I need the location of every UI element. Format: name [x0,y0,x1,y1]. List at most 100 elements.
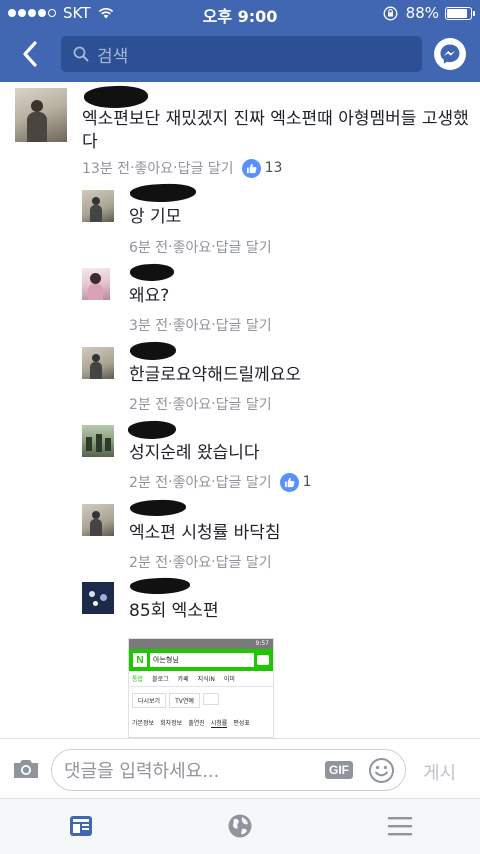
comment-meta: 13분 전 · 좋아요 · 답글 달기 13 [82,158,282,178]
comment-time: 2분 전 [129,555,169,571]
preview-tab: 블로그 [152,676,169,683]
messenger-icon [440,44,460,64]
reply-link[interactable]: 답글 달기 [216,315,272,335]
post-button[interactable]: 게시 [423,759,456,785]
preview-info-tabs: 기본정보 회차정보 출연진 시청률 편성표 [129,714,273,728]
preview-search-field: 아는형님 [150,653,254,667]
reply-link[interactable]: 답글 달기 [216,237,272,257]
search-icon [73,46,89,62]
preview-tabs: 통합 블로그 카페 지식iN 이미 [129,671,273,687]
preview-tab: 이미 [223,676,235,683]
comment-time: 3분 전 [129,318,169,334]
globe-icon [228,814,252,838]
redacted-name [129,262,175,283]
like-link[interactable]: 좋아요 [173,472,212,492]
redacted-name [129,498,187,518]
preview-info-tab: 출연진 [188,720,205,727]
search-input[interactable]: 검색 [61,36,422,72]
redacted-name [129,576,191,596]
orientation-lock-icon [383,6,398,20]
comment-text: 한글로요약해드릴께요오 [129,365,302,385]
like-link[interactable]: 좋아요 [173,552,212,572]
preview-buttons: 다시보기 TV연예 [129,687,273,714]
comment-text: 왜요? [129,286,170,306]
preview-button-label: TV연예 [175,698,194,705]
reply-link[interactable]: 답글 달기 [216,552,272,572]
commenter-avatar[interactable] [82,504,114,536]
gif-button[interactable]: GIF [325,761,353,779]
tab-notifications[interactable] [225,811,255,841]
preview-status-bar: 9:57 [129,639,273,649]
redacted-name [129,182,197,204]
tab-menu[interactable] [385,811,415,841]
comment-composer: 댓글을 입력하세요... GIF 게시 [0,738,480,798]
top-bar: SKT 오후 9:00 88% 검색 [0,0,480,82]
battery-percent: 88% [405,4,439,22]
comment-time: 2분 전 [129,397,169,413]
news-feed-icon [70,816,92,836]
comment-text: 성지순례 왔습니다 [129,443,260,463]
menu-icon [388,817,412,836]
camera-button[interactable] [12,757,40,785]
status-bar: SKT 오후 9:00 88% [0,0,480,26]
preview-button: 다시보기 [132,693,167,708]
redacted-name [127,419,177,441]
comment-time: 6분 전 [129,240,169,256]
comment-text: 엑소편보단 재밌겠지 진짜 엑소편때 아형멤버들 고생했다 [82,109,469,152]
commenter-avatar[interactable] [82,347,114,379]
camera-icon [14,760,38,778]
attached-image[interactable]: 9:57 N 아는형님 통합 블로그 카페 지식iN 이미 다시보기 TV연예 [128,638,274,738]
commenter-avatar[interactable] [82,582,114,614]
commenter-avatar[interactable] [82,425,114,457]
comment-text: 85회 엑소편 [129,601,219,621]
like-link[interactable]: 좋아요 [173,394,212,414]
emoji-button[interactable] [368,757,395,788]
preview-search-bar: N 아는형님 [129,649,273,671]
comment-input[interactable]: 댓글을 입력하세요... GIF [51,749,406,791]
comment-meta: 2분 전 · 좋아요 · 답글 달기 [129,394,272,414]
messenger-button[interactable] [434,38,466,70]
naver-logo-icon: N [133,653,147,667]
like-link[interactable]: 좋아요 [173,315,212,335]
comment-meta: 2분 전 · 좋아요 · 답글 달기 [129,552,272,572]
comment-time: 2분 전 [129,475,169,491]
comment-meta: 2분 전 · 좋아요 · 답글 달기 1 [129,472,312,492]
reply-link[interactable]: 답글 달기 [216,472,272,492]
bottom-tab-bar [0,798,480,854]
reply-link[interactable]: 답글 달기 [216,394,272,414]
comment-time: 13분 전 [82,161,131,177]
commenter-avatar[interactable] [82,268,110,300]
back-arrow-icon [23,41,37,67]
status-right: 88% [383,4,475,22]
preview-info-tab: 편성표 [233,720,250,727]
preview-query: 아는형님 [153,656,179,664]
comment-meta: 3분 전 · 좋아요 · 답글 달기 [129,315,272,335]
preview-camera-icon [257,655,269,665]
preview-button: TV연예 [169,693,200,708]
back-button[interactable] [10,34,50,74]
reply-link[interactable]: 답글 달기 [178,158,234,178]
like-reaction-icon [241,158,261,178]
preview-info-tab: 시청률 [210,720,228,728]
preview-tab: 카페 [177,676,189,683]
preview-share-icon [202,693,219,705]
preview-button-label: 다시보기 [138,698,161,705]
preview-clock: 9:57 [255,640,269,647]
preview-tab: 통합 [132,676,144,683]
like-link[interactable]: 좋아요 [134,158,173,178]
commenter-avatar[interactable] [15,88,67,142]
comment-text: 엑소편 시청률 바닥침 [129,523,281,543]
smiley-icon [369,758,394,783]
search-placeholder: 검색 [97,46,129,67]
like-link[interactable]: 좋아요 [173,237,212,257]
like-count[interactable]: 13 [265,160,283,176]
redacted-name [129,340,177,362]
battery-icon [445,6,475,20]
preview-tab: 지식iN [197,676,215,683]
comment-text: 앙 기모 [129,207,182,227]
like-reaction-icon [279,472,299,492]
tab-news-feed[interactable] [66,811,96,841]
preview-info-tab: 회차정보 [160,720,183,727]
like-count[interactable]: 1 [303,474,312,490]
commenter-avatar[interactable] [82,190,114,222]
